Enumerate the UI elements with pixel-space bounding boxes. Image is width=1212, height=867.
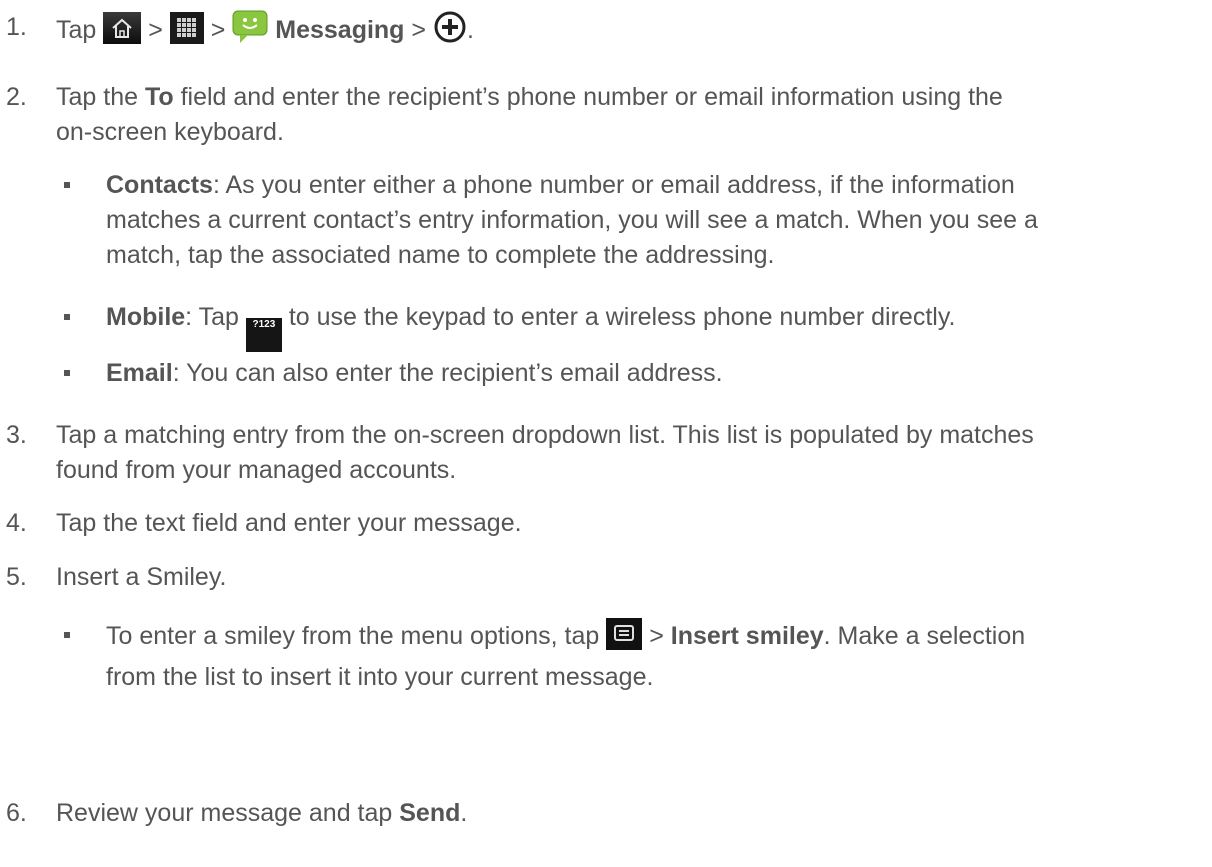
separator: > <box>148 16 163 44</box>
text: Tap a matching entry from the on-screen … <box>56 421 1034 449</box>
contacts-label: Contacts <box>106 171 213 199</box>
text: from the list to insert it into your cur… <box>106 663 654 691</box>
text: Tap the text field and enter your messag… <box>56 509 522 537</box>
step-3: 3. Tap a matching entry from the on-scre… <box>0 418 1200 488</box>
text: . Make a selection <box>823 622 1026 650</box>
text: Tap the <box>56 83 145 111</box>
bullet-email: Email: You can also enter the recipient’… <box>56 356 1186 391</box>
step-text: Insert a Smiley. <box>56 560 1200 595</box>
bullet-mobile: Mobile: Tap ?123 to use the keypad to en… <box>56 300 1186 352</box>
step-6: 6. Review your message and tap Send. <box>0 796 1200 831</box>
apps-grid-icon <box>169 12 204 54</box>
numeric-keypad-key-icon: ?123 <box>245 318 282 352</box>
separator: > <box>411 16 427 44</box>
step-4: 4. Tap the text field and enter your mes… <box>0 506 1200 541</box>
bullet-contacts: Contacts: As you enter either a phone nu… <box>56 168 1186 273</box>
step-text: Tap a matching entry from the on-screen … <box>56 418 1200 488</box>
step-number: 2. <box>6 83 27 111</box>
bullet-text: To enter a smiley from the menu options,… <box>106 618 1186 695</box>
text: matches a current contact’s entry inform… <box>106 206 1038 234</box>
text: on-screen keyboard. <box>56 118 284 146</box>
separator: > <box>210 16 226 44</box>
text: to use the keypad to enter a wireless ph… <box>288 303 956 331</box>
messaging-app-icon <box>232 10 268 54</box>
bullet-mark <box>64 182 70 188</box>
bullet-text: Mobile: Tap ?123 to use the keypad to en… <box>106 300 1186 352</box>
insert-smiley-label: Insert smiley <box>670 622 824 650</box>
plus-circle-icon <box>432 10 467 54</box>
bullet-mark <box>64 632 70 638</box>
text: found from your managed accounts. <box>56 456 457 484</box>
step-text-tap: Tap <box>56 16 97 44</box>
text: : You can also enter the recipient’s ema… <box>172 359 723 387</box>
mobile-label: Mobile <box>106 303 186 331</box>
instructions-page: 1. Tap > > Messaging > . 2. Tap the To f… <box>0 0 1212 867</box>
text: . <box>460 799 468 827</box>
step-number: 1. <box>6 13 27 41</box>
bullet-text: Contacts: As you enter either a phone nu… <box>106 168 1186 273</box>
menu-key-icon <box>606 618 643 660</box>
text: : As you enter either a phone number or … <box>212 171 1015 199</box>
messaging-label: Messaging <box>275 16 405 44</box>
bullet-mark <box>64 314 70 320</box>
bullet-insert-smiley: To enter a smiley from the menu options,… <box>56 618 1186 695</box>
step-number: 3. <box>6 421 27 449</box>
step-text: Tap the text field and enter your messag… <box>56 506 1200 541</box>
step-text: Tap the To field and enter the recipient… <box>56 80 1200 150</box>
text: : Tap <box>185 303 239 331</box>
step-number: 5. <box>6 563 27 591</box>
text: Insert a Smiley. <box>56 563 227 591</box>
text: field and enter the recipient’s phone nu… <box>173 83 1003 111</box>
to-field-label: To <box>144 83 174 111</box>
period: . <box>466 16 474 44</box>
text: Review your message and tap <box>56 799 400 827</box>
text: match, tap the associated name to comple… <box>106 241 775 269</box>
separator: > <box>649 622 664 650</box>
step-text: Review your message and tap Send. <box>56 796 1200 831</box>
step-number: 4. <box>6 509 27 537</box>
keypad-key-label: ?123 <box>252 319 276 330</box>
send-label: Send <box>399 799 461 827</box>
bullet-text: Email: You can also enter the recipient’… <box>106 356 1186 391</box>
email-label: Email <box>106 359 173 387</box>
text: To enter a smiley from the menu options,… <box>106 622 600 650</box>
step-text: Tap > > Messaging > . <box>56 10 1200 54</box>
step-1: 1. Tap > > Messaging > . <box>0 10 1200 54</box>
home-icon <box>103 12 142 54</box>
bullet-mark <box>64 370 70 376</box>
step-number: 6. <box>6 799 27 827</box>
step-5: 5. Insert a Smiley. <box>0 560 1200 595</box>
step-2: 2. Tap the To field and enter the recipi… <box>0 80 1200 150</box>
